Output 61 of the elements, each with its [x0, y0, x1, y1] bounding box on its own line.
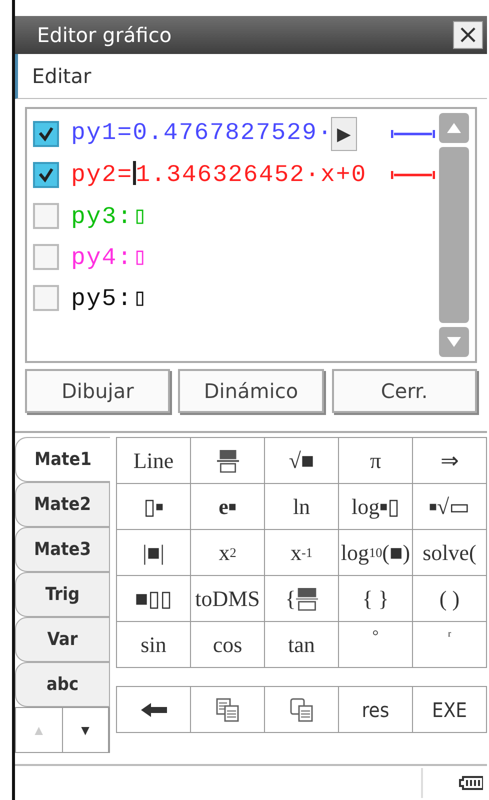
keyboard-tab[interactable]: Mate1 — [15, 437, 110, 482]
keyboard-tab[interactable]: abc — [15, 662, 110, 707]
backspace-key[interactable] — [117, 687, 191, 733]
keyboard-key[interactable]: toDMS — [191, 576, 265, 622]
checkbox[interactable] — [33, 284, 59, 310]
scrollbar[interactable] — [439, 113, 469, 357]
keyboard-key[interactable]: e$^{■}$ — [191, 484, 265, 530]
scroll-thumb[interactable] — [439, 147, 469, 323]
keyboard-key[interactable]: ° — [339, 622, 413, 668]
keyboard-key[interactable]: res — [339, 687, 413, 733]
keyboard-key[interactable]: EXE — [413, 687, 487, 733]
checkbox[interactable] — [33, 120, 59, 146]
keyboard-key[interactable]: tan — [265, 622, 339, 668]
keyboard-key[interactable]: Line — [117, 438, 191, 484]
fraction-key[interactable] — [191, 438, 265, 484]
scroll-down-icon[interactable] — [439, 327, 469, 357]
keyboard-key[interactable]: { } — [339, 576, 413, 622]
close-button[interactable]: × — [453, 21, 483, 49]
keyboard-key[interactable]: ( ) — [413, 576, 487, 622]
line-style-icon[interactable] — [391, 168, 435, 180]
keyboard-key[interactable]: ʳ — [413, 622, 487, 668]
left-arrow-icon — [140, 702, 166, 716]
function-expression[interactable]: py5:▯ — [71, 282, 148, 312]
paste-key[interactable] — [265, 687, 339, 733]
piecewise-key[interactable]: { — [265, 576, 339, 622]
fraction-icon — [216, 448, 238, 472]
keyboard-key[interactable]: ■▯▯ — [117, 576, 191, 622]
keyboard-tab[interactable]: Mate3 — [15, 527, 110, 572]
function-expression[interactable]: py2=1.346326452·x+0 — [71, 160, 367, 188]
keyboard-key[interactable]: π — [339, 438, 413, 484]
keyboard-key[interactable]: ln — [265, 484, 339, 530]
keyboard-tab[interactable]: Var — [15, 617, 110, 662]
checkbox[interactable] — [33, 202, 59, 228]
keyboard-key[interactable]: solve( — [413, 530, 487, 576]
keyboard-key[interactable]: cos — [191, 622, 265, 668]
action-button[interactable]: Dinámico — [178, 369, 324, 413]
line-style-icon[interactable] — [391, 128, 435, 140]
action-button[interactable]: Cerr. — [332, 369, 477, 413]
paste-icon — [290, 698, 314, 722]
keyboard-key[interactable]: |■| — [117, 530, 191, 576]
keyboard-key[interactable]: $^{■}$√▭ — [413, 484, 487, 530]
function-expression[interactable]: py1=0.4767827529· — [71, 120, 333, 147]
keyboard-key[interactable]: ▯$^{■}$ — [117, 484, 191, 530]
keyboard-tab[interactable]: Mate2 — [15, 482, 110, 527]
menu-item[interactable]: Editar — [32, 64, 92, 88]
scroll-up-icon[interactable] — [439, 113, 469, 143]
keyboard-key[interactable]: x$^{-1}$ — [265, 530, 339, 576]
checkbox[interactable] — [33, 244, 59, 270]
copy-key[interactable] — [191, 687, 265, 733]
copy-icon — [216, 698, 240, 722]
fraction-icon — [296, 586, 318, 610]
battery-icon — [459, 775, 483, 791]
keyboard-tab[interactable]: Trig — [15, 572, 110, 617]
keyboard-key[interactable]: ⇒ — [413, 438, 487, 484]
checkbox[interactable] — [33, 162, 59, 188]
keyboard-key[interactable]: sin — [117, 622, 191, 668]
keyboard-key[interactable]: √■ — [265, 438, 339, 484]
keyboard-key[interactable]: x$^{2}$ — [191, 530, 265, 576]
expand-button[interactable]: ▶ — [330, 116, 357, 150]
action-button[interactable]: Dibujar — [25, 369, 170, 413]
window-title: Editor gráfico — [37, 23, 172, 47]
